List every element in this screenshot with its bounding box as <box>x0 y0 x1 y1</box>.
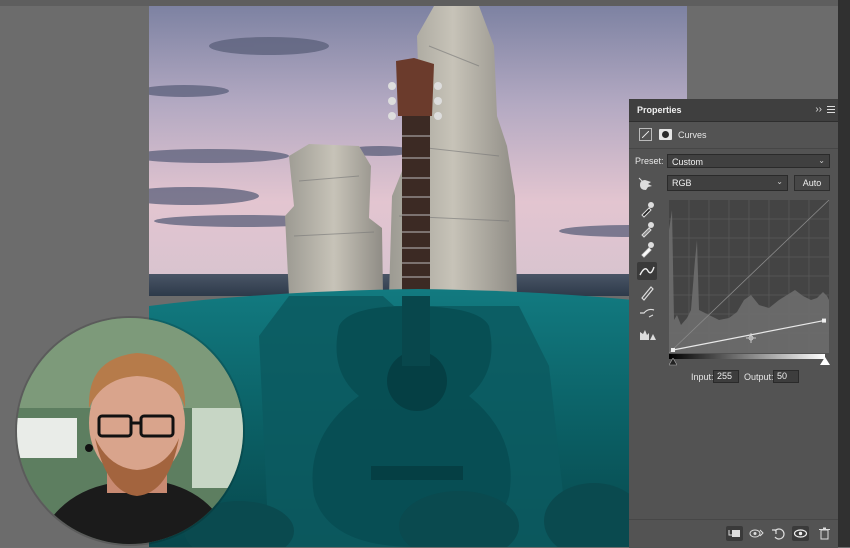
input-output-row: Input: 255 Output: 50 <box>629 370 838 384</box>
black-point-eyedropper-icon[interactable] <box>637 200 657 218</box>
gray-point-eyedropper-icon[interactable] <box>637 220 657 238</box>
curve-control-point[interactable] <box>822 318 826 323</box>
right-panel-rail <box>838 0 850 547</box>
curve-point-icon[interactable] <box>637 262 657 280</box>
channel-value: RGB <box>672 178 692 188</box>
panel-title: Properties <box>637 105 682 115</box>
black-point-slider-icon[interactable] <box>669 358 677 366</box>
input-gradient-bar <box>669 354 825 359</box>
panel-header[interactable]: Properties ›› <box>629 99 838 122</box>
output-label: Output: <box>744 372 774 382</box>
webcam-overlay <box>17 318 243 544</box>
white-point-slider-icon[interactable] <box>820 357 830 366</box>
properties-panel: Properties ›› Curves Preset: Custom ⌄ RG… <box>629 99 838 548</box>
channel-dropdown[interactable]: RGB ⌄ <box>667 175 788 191</box>
preset-value: Custom <box>672 157 704 167</box>
clip-to-layer-icon[interactable] <box>726 526 743 541</box>
presenter-video <box>17 318 243 544</box>
auto-button[interactable]: Auto <box>794 175 830 191</box>
panel-menu-icon[interactable] <box>827 104 835 114</box>
panel-footer <box>629 519 838 548</box>
smooth-curve-icon[interactable] <box>637 303 657 321</box>
output-field[interactable]: 50 <box>773 370 799 383</box>
curves-adjustment-icon[interactable] <box>639 128 652 141</box>
adjustment-name: Curves <box>678 130 707 140</box>
clipping-warning-icon[interactable] <box>637 325 657 343</box>
curve-control-point[interactable] <box>671 348 675 352</box>
chevron-down-icon: ⌄ <box>818 156 825 165</box>
preset-dropdown[interactable]: Custom ⌄ <box>667 154 830 168</box>
collapse-panel-button[interactable]: ›› <box>815 104 822 115</box>
view-previous-state-icon[interactable] <box>748 526 765 541</box>
preset-label: Preset: <box>635 156 664 166</box>
pencil-draw-icon[interactable] <box>637 283 657 301</box>
curves-graph[interactable] <box>669 200 829 353</box>
on-image-adjust-icon[interactable] <box>638 177 654 191</box>
visibility-eye-icon[interactable] <box>792 526 809 541</box>
white-point-eyedropper-icon[interactable] <box>637 240 657 258</box>
reset-icon[interactable] <box>770 526 787 541</box>
trash-icon[interactable] <box>816 526 833 541</box>
chevron-down-icon: ⌄ <box>776 177 783 186</box>
adjustment-header: Curves <box>629 122 838 149</box>
layer-mask-icon[interactable] <box>659 129 672 140</box>
input-label: Input: <box>691 372 714 382</box>
input-field[interactable]: 255 <box>713 370 739 383</box>
